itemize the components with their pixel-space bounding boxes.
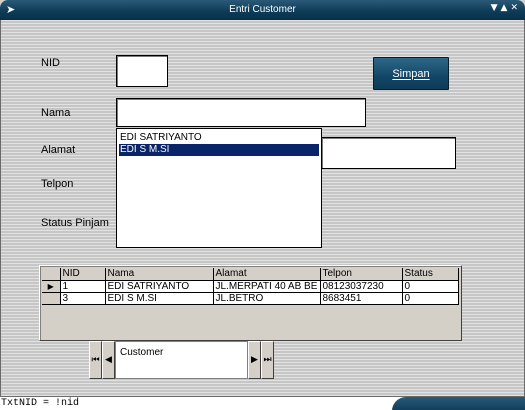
grid-table: NID Nama Alamat Telpon Status ▶ 1 EDI SA… [42,268,459,305]
table-row[interactable]: 3 EDI S M.SI JL.BETRO 8683451 0 [42,292,459,305]
next-record-button[interactable]: ▶ [248,341,261,379]
row-selector[interactable]: ▶ [42,280,61,293]
last-record-icon: ⏭ [263,355,272,365]
title-bar[interactable]: ➤ Entri Customer ▼▲✕ [0,0,525,20]
grid-header-row: NID Nama Alamat Telpon Status [42,268,459,281]
nama-label: Nama [41,107,71,119]
maximize-icon[interactable]: ▲ [501,3,511,13]
column-header-telpon[interactable]: Telpon [320,268,403,281]
customer-form: NID Simpan Nama Alamat Telpon Status Pin… [0,20,525,396]
status-pinjam-label: Status Pinjam [41,217,109,229]
status-bar-tab [392,397,525,410]
customer-data-grid[interactable]: NID Nama Alamat Telpon Status ▶ 1 EDI SA… [39,265,462,341]
next-record-icon: ▶ [251,355,258,365]
cell-alamat[interactable]: JL.MERPATI 40 AB BE [213,280,321,293]
nid-input[interactable] [116,55,168,87]
status-bar: TxtNID = !nid [0,396,525,410]
column-header-nama[interactable]: Nama [105,268,214,281]
first-record-icon: ⏮ [91,355,100,365]
previous-record-button[interactable]: ◀ [102,341,115,379]
dropdown-item[interactable]: EDI SATRIYANTO [119,132,319,144]
row-selector[interactable] [42,292,61,305]
alamat-label: Alamat [41,144,76,156]
last-record-button[interactable]: ⏭ [261,341,274,379]
current-row-icon: ▶ [47,281,54,291]
window-title: Entri Customer [229,4,296,15]
column-header-alamat[interactable]: Alamat [213,268,321,281]
cell-nama[interactable]: EDI SATRIYANTO [105,280,214,293]
dropdown-item-selected[interactable]: EDI S M.SI [119,144,319,156]
simpan-button[interactable]: Simpan [373,57,449,90]
nama-input[interactable] [116,98,366,127]
previous-record-icon: ◀ [105,355,112,365]
cell-telpon[interactable]: 08123037230 [320,280,403,293]
row-selector-header [42,268,61,281]
nid-label: NID [41,57,60,69]
cell-status[interactable]: 0 [402,292,459,305]
cell-nid[interactable]: 1 [60,280,106,293]
data-control-caption: Customer [115,341,248,379]
column-header-nid[interactable]: NID [60,268,106,281]
cell-nama[interactable]: EDI S M.SI [105,292,214,305]
window-controls: ▼▲✕ [491,3,521,13]
cell-alamat[interactable]: JL.BETRO [213,292,321,305]
column-header-status[interactable]: Status [402,268,459,281]
cell-telpon[interactable]: 8683451 [320,292,403,305]
status-text: TxtNID = !nid [1,398,80,409]
nama-dropdown-list[interactable]: EDI SATRIYANTO EDI S M.SI [116,128,322,248]
close-icon[interactable]: ✕ [510,3,521,13]
first-record-button[interactable]: ⏮ [89,341,102,379]
cell-status[interactable]: 0 [402,280,459,293]
cell-nid[interactable]: 3 [60,292,106,305]
telpon-label: Telpon [41,178,74,190]
table-row[interactable]: ▶ 1 EDI SATRIYANTO JL.MERPATI 40 AB BE 0… [42,280,459,293]
alamat-input[interactable] [321,137,456,169]
customer-data-control: ⏮ ◀ Customer ▶ ⏭ [89,341,284,379]
minimize-icon[interactable]: ▼ [491,3,501,13]
